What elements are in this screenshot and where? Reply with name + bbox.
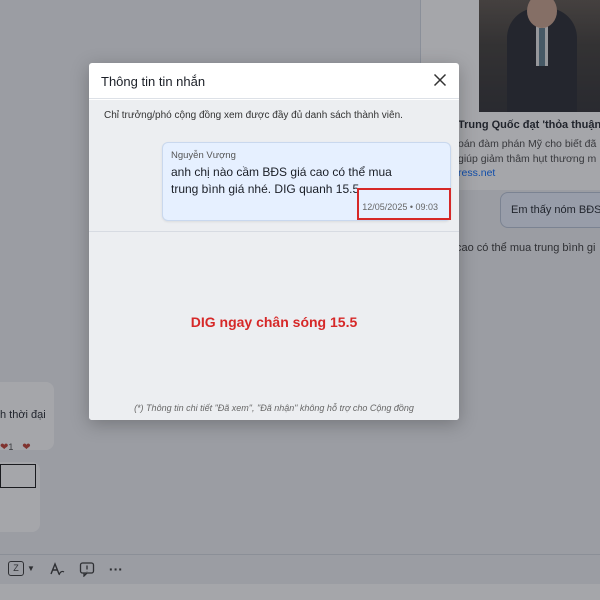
- message-info-dialog: Thông tin tin nhắn Chỉ trưởng/phó cộng đ…: [89, 63, 459, 420]
- annotation-caption: DIG ngay chân sóng 15.5: [190, 314, 358, 330]
- sender-name: Nguyễn Vượng: [171, 150, 236, 161]
- dialog-header: Thông tin tin nhắn: [89, 63, 459, 99]
- footnote: (*) Thông tin chi tiết "Đã xem", "Đã nhậ…: [134, 403, 414, 413]
- divider: [89, 231, 459, 232]
- dialog-body: Chỉ trưởng/phó cộng đồng xem được đầy đủ…: [89, 100, 459, 420]
- permission-notice: Chỉ trưởng/phó cộng đồng xem được đầy đủ…: [104, 110, 403, 121]
- dialog-title: Thông tin tin nhắn: [101, 74, 206, 89]
- close-button[interactable]: [433, 73, 447, 87]
- timestamp-highlight-box: [357, 188, 451, 220]
- close-icon: [433, 73, 447, 87]
